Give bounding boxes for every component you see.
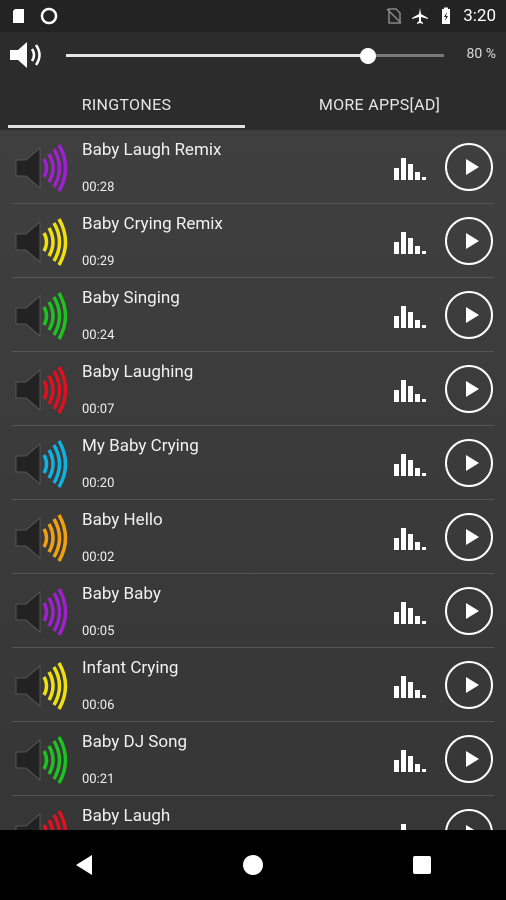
list-item[interactable]: Baby Laughing 00:07 <box>12 352 494 426</box>
speaker-icon <box>15 736 68 784</box>
ringtone-title: Infant Crying <box>82 658 179 678</box>
status-bar: 3:20 <box>0 0 506 32</box>
play-button[interactable] <box>445 439 493 487</box>
ringtone-title: Baby Laugh Remix <box>82 140 222 160</box>
equalizer-icon <box>394 528 426 550</box>
tab-more-apps[interactable]: MORE APPS[AD] <box>253 78 506 130</box>
ringtone-title: Baby Crying Remix <box>82 214 223 234</box>
airplane-icon <box>412 8 429 24</box>
ringtone-duration: 00:02 <box>82 550 115 565</box>
equalizer-icon <box>394 380 426 402</box>
tab-bar: RINGTONES MORE APPS[AD] <box>0 78 506 130</box>
speaker-icon <box>15 144 68 192</box>
volume-slider-thumb[interactable] <box>360 48 377 64</box>
ringtone-duration: 00:28 <box>82 180 115 195</box>
ringtone-duration: 00:20 <box>82 476 115 491</box>
list-item[interactable]: Baby Laugh <box>12 796 494 830</box>
ringtone-duration: 00:21 <box>82 772 115 787</box>
equalizer-icon <box>394 750 426 772</box>
ringtone-title: Baby Laughing <box>82 362 194 382</box>
ringtone-duration: 00:24 <box>82 328 115 343</box>
equalizer-icon <box>394 676 426 698</box>
recents-button[interactable] <box>402 845 442 885</box>
play-button[interactable] <box>445 809 493 830</box>
speaker-icon <box>15 440 68 488</box>
equalizer-icon <box>394 306 426 328</box>
ringtone-list: Baby Laugh Remix 00:28 Baby Crying Remix… <box>0 130 506 830</box>
equalizer-icon <box>394 454 426 476</box>
list-item[interactable]: Baby Singing 00:24 <box>12 278 494 352</box>
battery-icon <box>442 7 451 24</box>
speaker-icon <box>15 218 68 266</box>
speaker-icon <box>15 810 67 830</box>
equalizer-icon <box>394 158 426 180</box>
ringtone-title: Baby Singing <box>82 288 180 308</box>
speaker-icon[interactable] <box>8 39 48 71</box>
tab-ringtones[interactable]: RINGTONES <box>0 78 253 130</box>
list-item[interactable]: Baby Hello 00:02 <box>12 500 494 574</box>
no-sim-icon <box>386 8 402 24</box>
play-button[interactable] <box>445 143 493 191</box>
back-icon <box>76 855 93 875</box>
home-button[interactable] <box>233 845 273 885</box>
sd-card-icon <box>13 9 24 23</box>
play-button[interactable] <box>445 291 493 339</box>
list-item[interactable]: Baby DJ Song 00:21 <box>12 722 494 796</box>
list-item[interactable]: Baby Baby 00:05 <box>12 574 494 648</box>
navigation-bar <box>0 830 506 900</box>
speaker-icon <box>15 514 68 562</box>
clock: 3:20 <box>463 6 496 26</box>
speaker-icon <box>15 292 68 340</box>
circle-icon <box>40 7 58 25</box>
volume-label: 80 % <box>466 46 496 62</box>
list-item[interactable]: My Baby Crying 00:20 <box>12 426 494 500</box>
ringtone-title: Baby Laugh <box>82 806 171 826</box>
home-icon <box>242 855 263 875</box>
ringtone-duration: 00:07 <box>82 402 115 417</box>
volume-bar: 80 % <box>0 32 506 78</box>
play-button[interactable] <box>445 513 493 561</box>
play-button[interactable] <box>445 661 493 709</box>
recents-icon <box>412 856 431 874</box>
equalizer-icon <box>394 232 426 254</box>
speaker-icon <box>15 662 68 710</box>
list-item[interactable]: Baby Laugh Remix 00:28 <box>12 130 494 204</box>
ringtone-title: My Baby Crying <box>82 436 199 456</box>
ringtone-title: Baby Hello <box>82 510 163 530</box>
ringtone-duration: 00:29 <box>82 254 115 269</box>
equalizer-icon <box>401 824 406 830</box>
speaker-icon <box>15 588 68 636</box>
ringtone-title: Baby Baby <box>82 584 161 604</box>
list-item[interactable]: Infant Crying 00:06 <box>12 648 494 722</box>
ringtone-title: Baby DJ Song <box>82 732 188 752</box>
back-button[interactable] <box>64 845 104 885</box>
play-button[interactable] <box>445 587 493 635</box>
ringtone-duration: 00:06 <box>82 698 115 713</box>
speaker-icon <box>15 366 68 414</box>
equalizer-icon <box>394 602 426 624</box>
play-button[interactable] <box>445 217 493 265</box>
play-button[interactable] <box>445 735 493 783</box>
play-button[interactable] <box>445 365 493 413</box>
list-item[interactable]: Baby Crying Remix 00:29 <box>12 204 494 278</box>
volume-slider[interactable] <box>66 48 444 64</box>
ringtone-duration: 00:05 <box>82 624 115 639</box>
volume-slider-fill <box>66 54 369 57</box>
